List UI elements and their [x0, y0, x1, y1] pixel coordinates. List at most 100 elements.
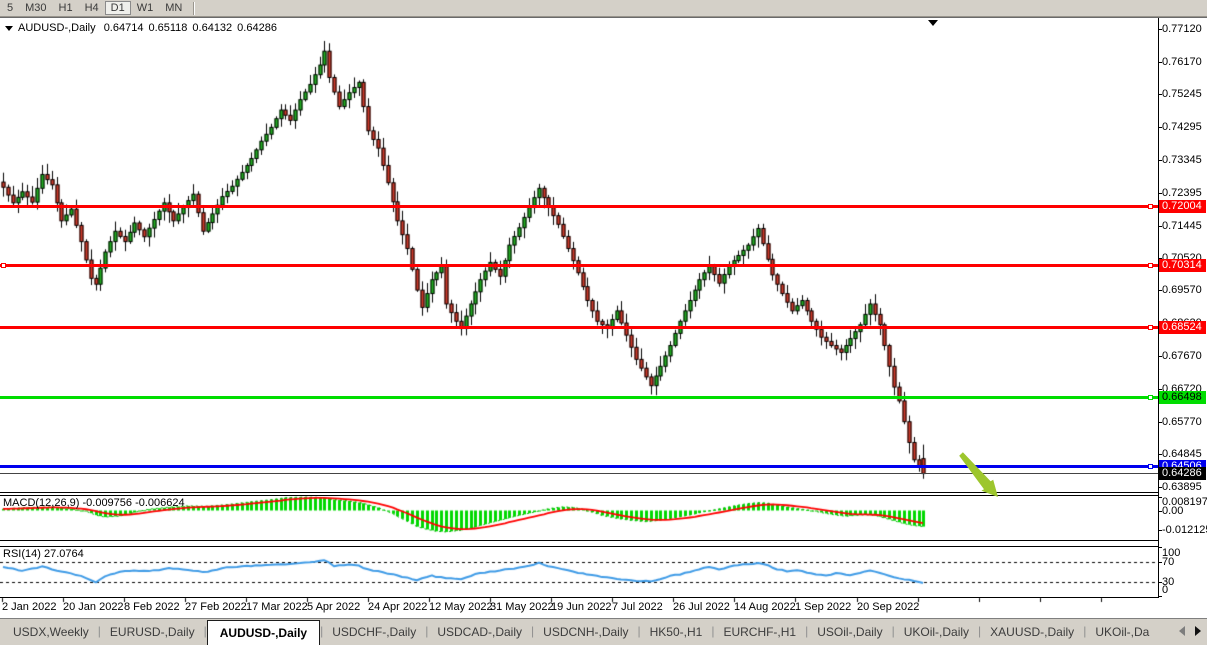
date-axis-label: 7 Jul 2022	[612, 601, 663, 613]
chart-window: AUDUSD-,Daily 0.64714 0.65118 0.64132 0.642…	[0, 17, 1207, 618]
ohlc-low: 0.64132	[192, 22, 232, 34]
toolbar-separator	[193, 2, 195, 15]
symbol-name: AUDUSD-,Daily	[18, 22, 96, 34]
macd-axis-tick	[1158, 511, 1162, 512]
price-axis-label: 0.63895	[1162, 481, 1202, 494]
macd-header: MACD(12,26,9) -0.009756 -0.006624	[3, 497, 185, 509]
tabbar-scroll-right-icon[interactable]	[1195, 626, 1201, 636]
price-axis-label: 0.69570	[1162, 284, 1202, 297]
symbol-tab-usdcad-daily[interactable]: USDCAD-,Daily	[428, 619, 531, 645]
symbol-tab-usdchf-daily[interactable]: USDCHF-,Daily	[323, 619, 425, 645]
symbol-tab-usdx-weekly[interactable]: USDX,Weekly	[4, 619, 98, 645]
date-axis-label: 12 May 2022	[429, 601, 493, 613]
period-button-M30[interactable]: M30	[19, 1, 52, 15]
symbol-tab-hk50-h1[interactable]: HK50-,H1	[641, 619, 712, 645]
date-axis-label: 24 Apr 2022	[368, 601, 427, 613]
period-button-W1[interactable]: W1	[131, 1, 160, 15]
level-handle-right[interactable]	[1148, 325, 1153, 330]
date-axis-label: 26 Jul 2022	[673, 601, 730, 613]
price-axis-tick	[1158, 94, 1162, 95]
price-axis-label: 0.73345	[1162, 154, 1202, 167]
macd-axis-label: -0.012125	[1162, 524, 1207, 537]
price-axis-tick	[1158, 454, 1162, 455]
price-axis-tick	[1158, 160, 1162, 161]
symbol-tab-eurchf-h1[interactable]: EURCHF-,H1	[714, 619, 805, 645]
rsi-pane-bottom-border	[0, 597, 1158, 598]
macd-axis-label: 0.00	[1162, 505, 1183, 518]
macd-axis-tick	[1158, 530, 1162, 531]
period-button-H4[interactable]: H4	[79, 1, 105, 15]
symbol-tab-ukoil-daily[interactable]: UKOil-,Daily	[895, 619, 978, 645]
rsi-pane-top-border	[0, 546, 1158, 547]
rsi-axis-label: 70	[1162, 556, 1174, 569]
date-axis-label: 14 Aug 2022	[734, 601, 796, 613]
price-axis-tick	[1158, 62, 1162, 63]
rsi-axis-tick	[1158, 596, 1162, 597]
symbol-tab-usoil-daily[interactable]: USOil-,Daily	[808, 619, 891, 645]
price-level-line-0.66498[interactable]	[0, 396, 1158, 399]
symbol-dropdown-icon[interactable]	[5, 26, 13, 31]
price-axis-label: 0.75245	[1162, 88, 1202, 101]
price-axis-tick	[1158, 389, 1162, 390]
date-axis-label: 1 Sep 2022	[795, 601, 851, 613]
level-handle-right[interactable]	[1148, 395, 1153, 400]
macd-name: MACD(12,26,9)	[3, 497, 79, 509]
period-button-D1[interactable]: D1	[105, 1, 131, 15]
price-level-tag-0.70314: 0.70314	[1159, 259, 1206, 272]
price-axis-label: 0.65770	[1162, 416, 1202, 429]
rsi-name: RSI(14)	[3, 548, 41, 560]
price-axis-label: 0.77120	[1162, 23, 1202, 36]
rsi-axis-tick	[1158, 582, 1162, 583]
price-axis-tick	[1158, 127, 1162, 128]
symbol-tab-eurusd-daily[interactable]: EURUSD-,Daily	[101, 619, 204, 645]
rsi-axis-tick	[1158, 562, 1162, 563]
symbol-tab-usdcnh-daily[interactable]: USDCNH-,Daily	[534, 619, 637, 645]
date-axis-label: 19 Jun 2022	[551, 601, 612, 613]
price-axis-label: 0.76170	[1162, 56, 1202, 69]
macd-signal-value: -0.006624	[135, 497, 185, 509]
price-level-tag-0.72004: 0.72004	[1159, 200, 1206, 213]
symbol-tab-xauusd-daily[interactable]: XAUUSD-,Daily	[981, 619, 1083, 645]
period-button-H1[interactable]: H1	[53, 1, 79, 15]
chart-title: AUDUSD-,Daily 0.647140.651180.641320.642…	[5, 22, 282, 34]
date-axis-label: 5 Apr 2022	[307, 601, 360, 613]
date-axis-label: 20 Jan 2022	[63, 601, 124, 613]
date-axis-label: 27 Feb 2022	[185, 601, 247, 613]
price-axis-tick	[1158, 290, 1162, 291]
price-axis-tick	[1158, 422, 1162, 423]
down-arrow-annotation[interactable]	[955, 449, 1005, 504]
price-level-line-0.68524[interactable]	[0, 326, 1158, 329]
price-level-tag-0.68524: 0.68524	[1159, 321, 1206, 334]
ohlc-open: 0.64714	[104, 22, 144, 34]
price-level-line-0.72004[interactable]	[0, 205, 1158, 208]
ohlc-high: 0.65118	[148, 22, 187, 34]
tabbar-scroll-left-icon[interactable]	[1179, 626, 1185, 636]
period-button-5[interactable]: 5	[1, 1, 19, 15]
level-handle-right[interactable]	[1148, 204, 1153, 209]
price-level-line-0.70314[interactable]	[0, 264, 1158, 267]
rsi-header: RSI(14) 27.0764	[3, 548, 84, 560]
date-axis-label: 20 Sep 2022	[857, 601, 919, 613]
level-handle-right[interactable]	[1148, 464, 1153, 469]
candlestick-chart-canvas[interactable]	[0, 17, 1158, 607]
symbol-tab-audusd-daily[interactable]: AUDUSD-,Daily	[207, 620, 320, 645]
price-axis-label: 0.72395	[1162, 187, 1202, 200]
date-axis-label: 2 Jan 2022	[2, 601, 56, 613]
symbol-tab-ukoil-da[interactable]: UKOil-,Da	[1086, 619, 1158, 645]
date-axis-label: 17 Mar 2022	[246, 601, 308, 613]
price-axis-tick	[1158, 356, 1162, 357]
rsi-axis-label: 0	[1162, 584, 1168, 597]
date-axis-label: 31 May 2022	[490, 601, 554, 613]
price-axis-tick	[1158, 226, 1162, 227]
period-button-MN[interactable]: MN	[159, 1, 188, 15]
macd-axis-tick	[1158, 497, 1162, 498]
date-axis-label: 8 Feb 2022	[124, 601, 180, 613]
level-handle-right[interactable]	[1148, 263, 1153, 268]
price-axis-label: 0.71445	[1162, 220, 1202, 233]
price-axis-label: 0.74295	[1162, 121, 1202, 134]
chart-shift-marker-icon[interactable]	[928, 20, 938, 26]
bid-price-tag: 0.64286	[1159, 467, 1206, 480]
periods-toolbar: 5M30H1H4D1W1MN	[0, 0, 1207, 17]
level-handle-left[interactable]	[1, 263, 6, 268]
price-axis-tick	[1158, 193, 1162, 194]
